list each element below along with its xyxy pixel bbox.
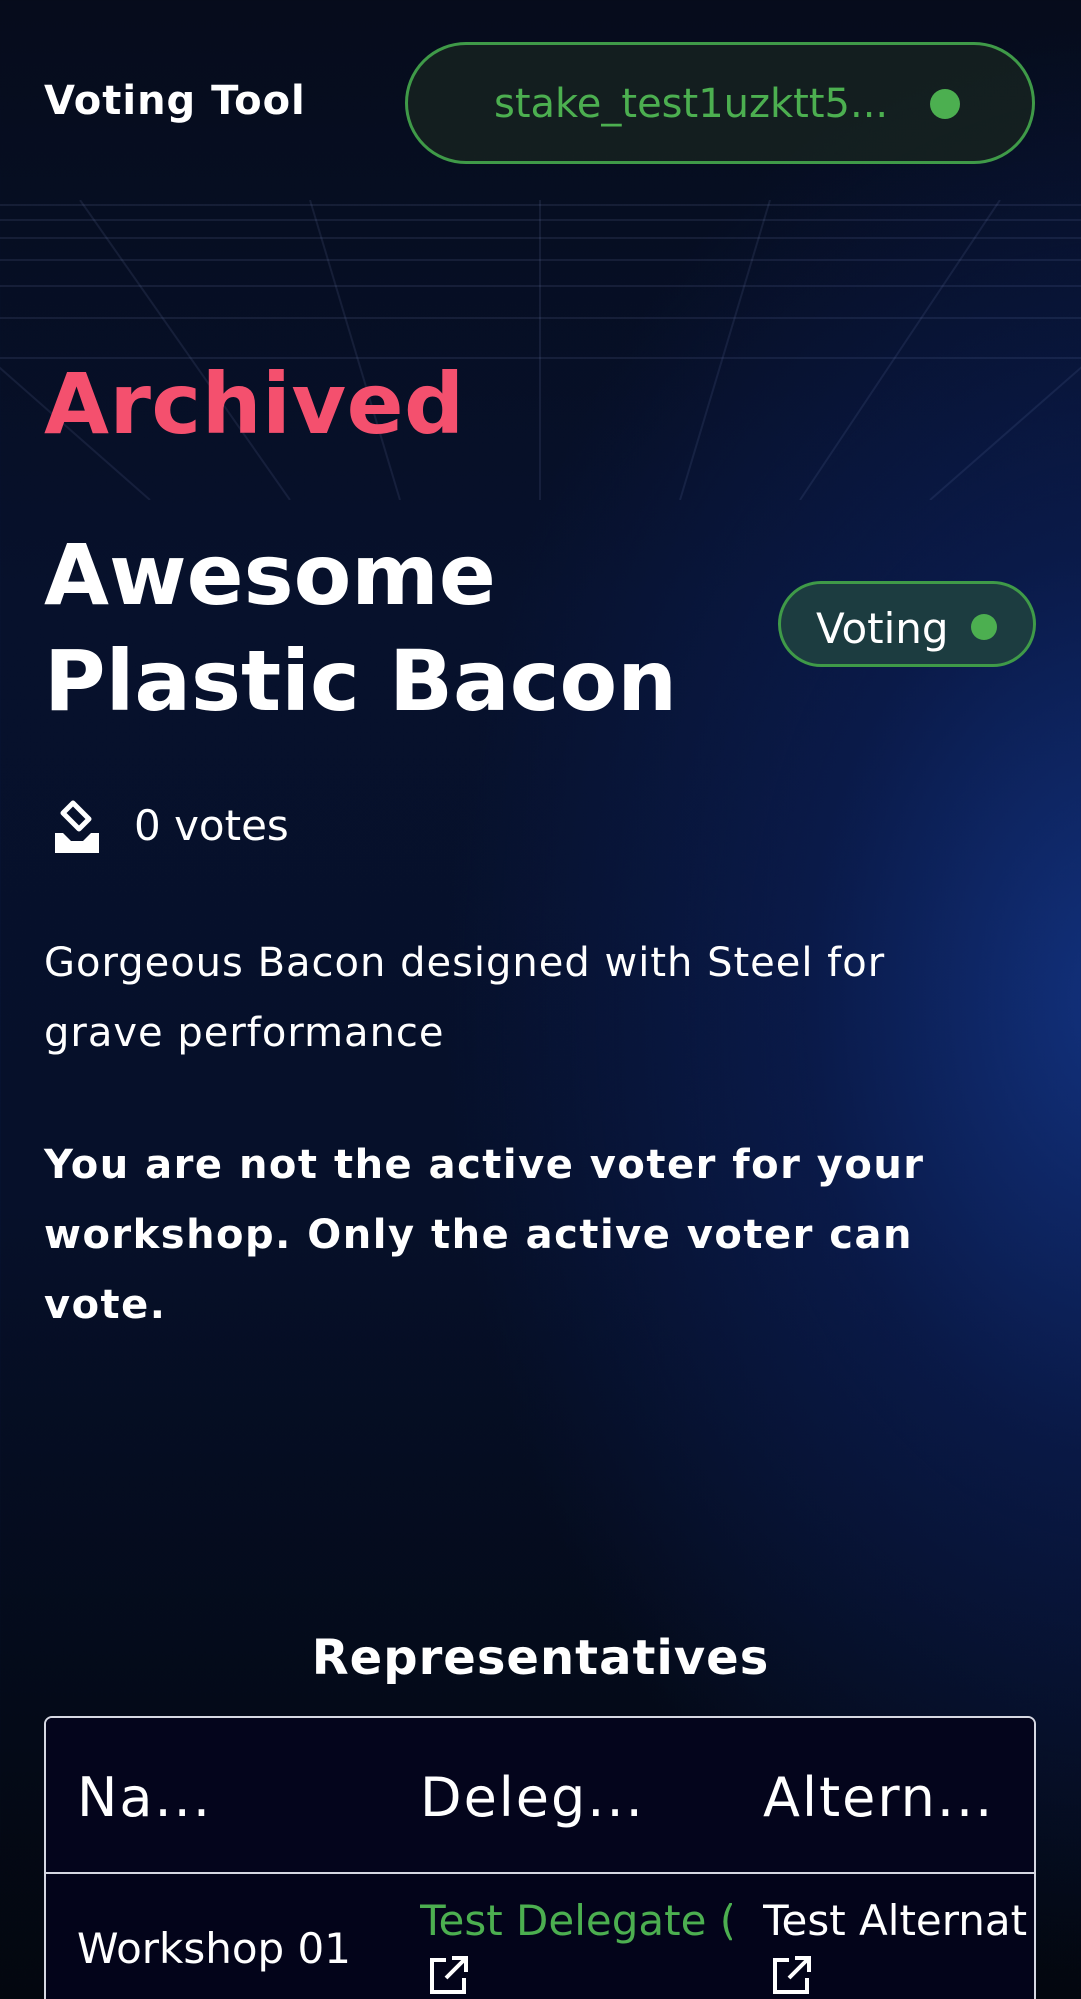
- external-link-icon[interactable]: [426, 1954, 470, 1998]
- voting-badge-label: Voting: [816, 604, 949, 653]
- status-dot-icon: [930, 89, 960, 119]
- wallet-address: stake_test1uzktt5...: [494, 81, 889, 127]
- alternate-link[interactable]: Test Alternat: [763, 1896, 1034, 1945]
- active-voter-warning: You are not the active voter for your wo…: [44, 1142, 925, 1328]
- top-bar: Voting Tool stake_test1uzktt5...: [0, 0, 1081, 205]
- column-header-delegate[interactable]: Deleg...: [420, 1766, 645, 1829]
- representatives-title: Representatives: [311, 1630, 770, 1686]
- proposal-status: Archived: [44, 355, 465, 453]
- wallet-button[interactable]: stake_test1uzktt5...: [405, 42, 1035, 164]
- background-grid: [0, 200, 1081, 500]
- column-header-alternate[interactable]: Altern...: [763, 1766, 994, 1829]
- app-title: Voting Tool: [44, 78, 306, 124]
- votes-count: 0 votes: [134, 801, 289, 850]
- external-link-icon[interactable]: [769, 1954, 813, 1998]
- delegate-link[interactable]: Test Delegate (: [420, 1896, 732, 1945]
- proposal-title: Awesome Plastic Bacon: [44, 526, 678, 730]
- ballot-box-icon: [55, 800, 99, 853]
- status-dot-icon: [971, 614, 997, 640]
- proposal-description: Gorgeous Bacon designed with Steel for g…: [44, 940, 886, 1056]
- table-body: Workshop 01 Test Delegate ( Test Alterna…: [46, 1874, 1034, 1999]
- representatives-table: Na... Deleg... Altern... Workshop 01 Tes…: [44, 1716, 1036, 1999]
- table-header: Na... Deleg... Altern...: [46, 1718, 1034, 1874]
- column-header-name[interactable]: Na...: [77, 1766, 212, 1829]
- cell-workshop-name: Workshop 01: [77, 1924, 352, 1973]
- voting-badge: Voting: [778, 581, 1036, 667]
